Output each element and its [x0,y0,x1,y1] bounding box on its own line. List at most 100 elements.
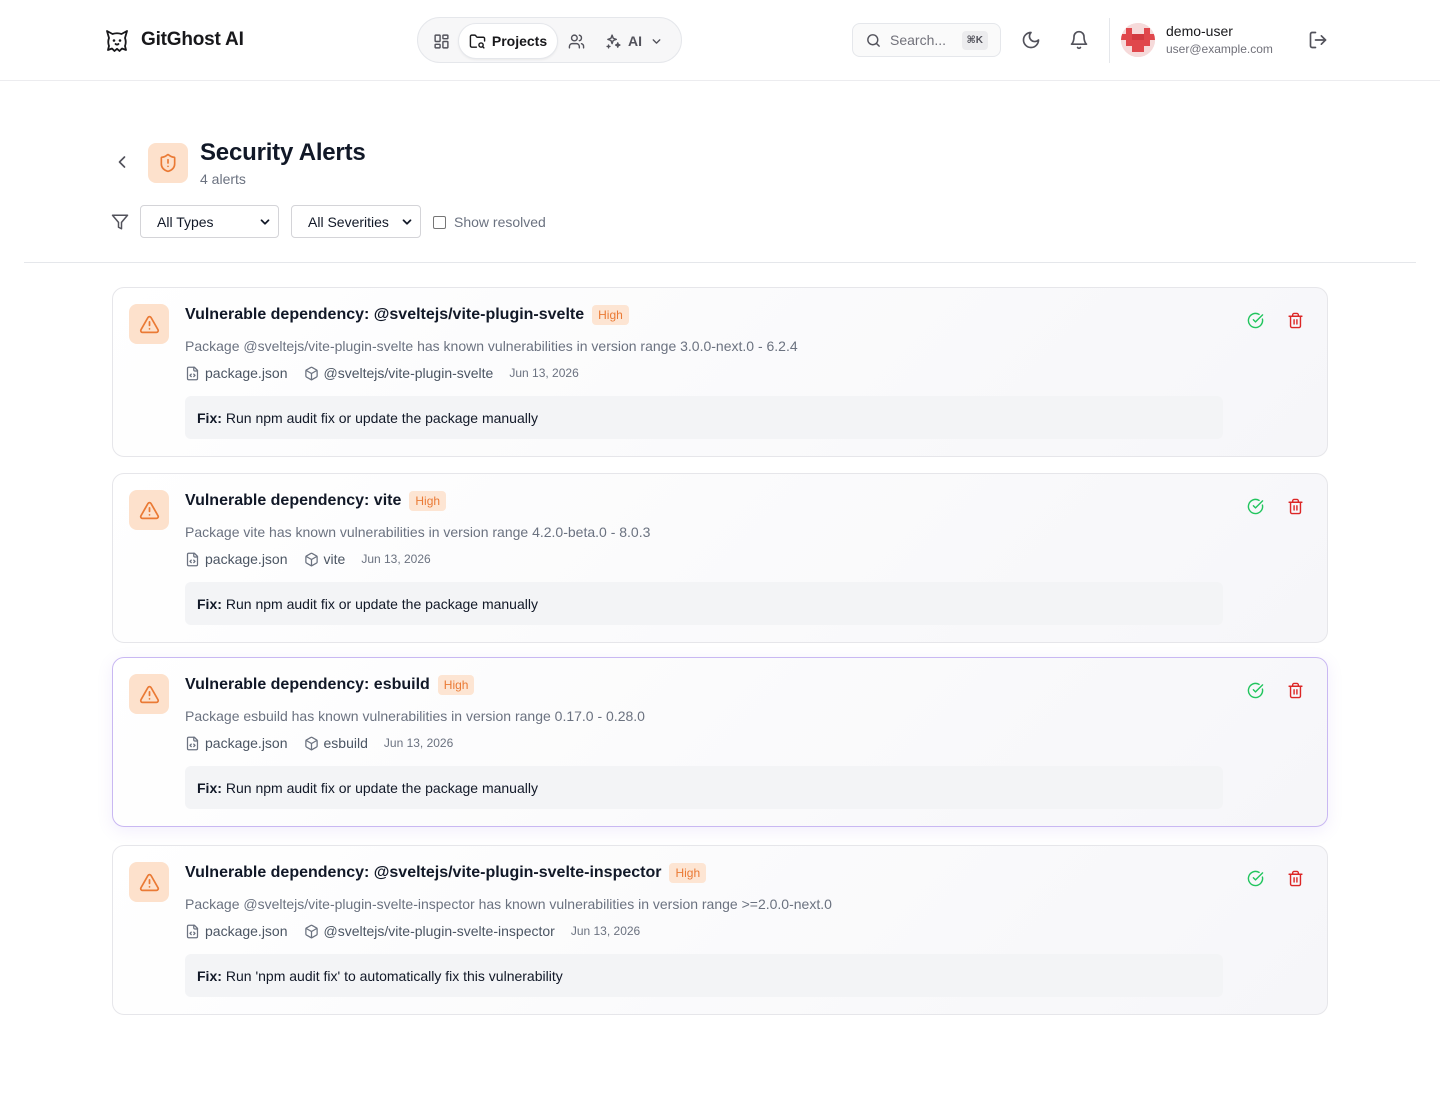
app-name: GitGhost AI [141,29,244,50]
alert-file[interactable]: package.json [205,365,288,381]
theme-toggle-button[interactable] [1019,28,1043,52]
warning-triangle-icon [139,315,159,333]
alert-date: Jun 13, 2026 [570,924,641,938]
alert-card: Vulnerable dependency: esbuild High Pack… [112,657,1328,827]
nav-ai-label: AI [628,33,642,49]
alert-package: @sveltejs/vite-plugin-svelte-inspector [323,923,555,939]
alert-count: 4 alerts [200,171,246,187]
header-divider [1109,18,1110,63]
back-button[interactable] [112,152,132,172]
delete-button[interactable] [1285,496,1305,516]
folder-search-icon [469,33,486,49]
main-nav: Projects AI [417,17,682,63]
resolve-button[interactable] [1245,868,1265,888]
fix-label: Fix: [197,779,222,796]
search-input[interactable]: Search... ⌘K [852,23,1001,57]
show-resolved-checkbox[interactable] [433,215,446,229]
package-icon [304,366,318,380]
warning-triangle-icon [139,501,159,519]
fix-label: Fix: [197,595,222,612]
delete-button[interactable] [1285,868,1305,888]
package-icon [304,924,318,938]
alert-file[interactable]: package.json [205,735,288,751]
fix-text: Run 'npm audit fix' to automatically fix… [225,967,563,984]
file-code-icon [186,366,199,380]
avatar[interactable] [1121,23,1155,57]
moon-icon [1022,31,1040,49]
check-circle-icon [1247,682,1263,698]
filter-icon [111,213,129,231]
file-code-icon [186,924,199,938]
alert-meta: package.json esbuild Jun 13, 2026 [185,735,453,751]
severity-filter-value: All Severities [308,213,389,230]
alert-title: Vulnerable dependency: @sveltejs/vite-pl… [185,864,662,881]
severity-filter-select[interactable]: All Severities [291,205,421,238]
alert-card: Vulnerable dependency: vite High Package… [112,473,1328,643]
fix-suggestion: Fix: Run npm audit fix or update the pack… [185,396,1223,439]
warning-triangle-icon [139,685,159,703]
alert-meta: package.json @sveltejs/vite-plugin-svelt… [185,923,640,939]
alert-meta: package.json @sveltejs/vite-plugin-svelt… [185,365,579,381]
identicon-avatar [1121,23,1155,57]
check-circle-icon [1247,870,1263,886]
page-title: Security Alerts [200,139,366,166]
nav-projects-label: Projects [491,33,548,49]
brand[interactable]: GitGhost AI [103,26,244,54]
alert-meta: package.json vite Jun 13, 2026 [185,551,431,567]
trash-icon [1287,870,1303,886]
fix-suggestion: Fix: Run 'npm audit fix' to automatically… [185,954,1223,997]
package-icon [304,736,318,750]
warning-triangle-icon [139,873,159,891]
alert-file[interactable]: package.json [205,551,288,567]
delete-button[interactable] [1285,310,1305,330]
grid-icon [433,33,449,49]
resolve-button[interactable] [1245,310,1265,330]
alert-type-icon [129,490,169,530]
trash-icon [1287,682,1303,698]
check-circle-icon [1247,312,1263,328]
fix-text: Run npm audit fix or update the package … [225,595,538,612]
user-name[interactable]: demo-user [1166,23,1233,39]
file-code-icon [186,736,199,750]
file-code-icon [186,552,199,566]
chevron-left-icon [118,156,126,168]
resolve-button[interactable] [1245,496,1265,516]
resolve-button[interactable] [1245,680,1265,700]
alert-date: Jun 13, 2026 [383,736,454,750]
chevron-down-icon [402,219,412,225]
nav-ai-dropdown[interactable]: AI [605,23,669,59]
logout-button[interactable] [1306,28,1330,52]
fix-suggestion: Fix: Run npm audit fix or update the pack… [185,766,1223,809]
trash-icon [1287,498,1303,514]
show-resolved-label: Show resolved [454,214,546,230]
search-shortcut: ⌘K [961,31,988,50]
search-icon [867,33,880,47]
alert-date: Jun 13, 2026 [361,552,431,566]
alert-file[interactable]: package.json [205,923,288,939]
severity-badge: High [437,675,475,695]
fix-text: Run npm audit fix or update the package … [225,779,538,796]
notifications-button[interactable] [1067,28,1091,52]
severity-badge: High [592,305,629,325]
bell-icon [1070,30,1088,50]
alert-description: Package vite has known vulnerabilities i… [185,524,651,540]
alert-description: Package @sveltejs/vite-plugin-svelte has… [185,338,798,354]
section-divider [24,262,1416,263]
nav-projects[interactable]: Projects [458,23,558,59]
type-filter-select[interactable]: All Types [140,205,279,238]
nav-dashboard[interactable] [430,23,452,59]
alert-type-icon [129,862,169,902]
alert-date: Jun 13, 2026 [509,366,579,380]
delete-button[interactable] [1285,680,1305,700]
search-placeholder: Search... [890,32,947,48]
package-icon [304,552,318,566]
shield-alert-icon [160,153,176,173]
alert-card: Vulnerable dependency: @sveltejs/vite-pl… [112,287,1328,457]
alert-description: Package @sveltejs/vite-plugin-svelte-ins… [185,896,832,912]
nav-team[interactable] [565,23,587,59]
alert-package: @sveltejs/vite-plugin-svelte [323,365,494,381]
alert-type-icon [129,674,169,714]
show-resolved-toggle[interactable]: Show resolved [433,214,546,230]
type-filter-value: All Types [157,213,214,230]
trash-icon [1287,312,1303,328]
